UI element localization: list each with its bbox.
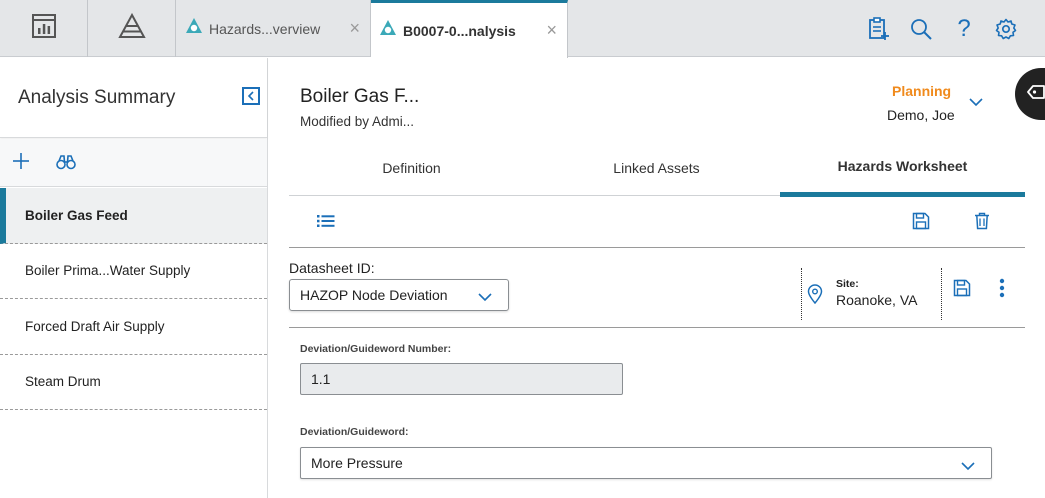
dashboard-icon (31, 13, 57, 44)
tab-hazards-overview[interactable]: Hazards...verview × (177, 0, 371, 57)
analysis-list: Boiler Gas Feed Boiler Prima...Water Sup… (0, 188, 267, 410)
tab-analysis[interactable]: B0007-0...nalysis × (371, 0, 568, 58)
deviation-number-field: 1.1 (300, 363, 623, 395)
deviation-value: More Pressure (311, 455, 403, 471)
chevron-left-icon (247, 91, 254, 101)
chevron-down-icon[interactable] (969, 94, 983, 112)
hierarchy-tab[interactable] (88, 0, 176, 57)
save-icon[interactable] (910, 210, 932, 232)
deviation-number-label: Deviation/Guideword Number: (300, 343, 452, 355)
site-label: Site: (836, 278, 859, 290)
deviation-select[interactable]: More Pressure (300, 447, 992, 479)
tab-label: B0007-0...nalysis (403, 22, 516, 39)
panel-header: Analysis Summary (0, 58, 267, 138)
deviation-label: Deviation/Guideword: (300, 426, 409, 438)
trash-icon[interactable] (971, 210, 993, 232)
datasheet-value: HAZOP Node Deviation (300, 287, 448, 303)
worksheet-toolbar (289, 196, 1025, 248)
dashboard-tab[interactable] (0, 0, 88, 57)
hierarchy-icon (117, 12, 146, 44)
datasheet-bar: Datasheet ID: HAZOP Node Deviation Site:… (289, 248, 1025, 328)
record-title: Boiler Gas F... (300, 86, 420, 107)
close-icon[interactable]: × (349, 19, 360, 37)
record-tabs: Definition Linked Assets Hazards Workshe… (289, 140, 1025, 197)
list-item-label: Boiler Prima...Water Supply (25, 263, 191, 279)
chevron-down-icon (478, 289, 492, 305)
binoculars-icon[interactable] (56, 154, 76, 175)
location-pin-icon (807, 284, 823, 309)
list-item-label: Boiler Gas Feed (25, 207, 128, 223)
tab-label: Hazards...verview (209, 20, 321, 37)
add-icon[interactable] (12, 152, 30, 175)
search-icon[interactable] (908, 16, 934, 42)
more-options-icon[interactable] (999, 278, 1005, 303)
hazards-app-icon (379, 19, 397, 42)
add-report-icon[interactable] (866, 16, 892, 42)
main-content: Boiler Gas F... Modified by Admi... Plan… (269, 58, 1045, 498)
tab-linked-assets[interactable]: Linked Assets (534, 140, 779, 195)
chevron-down-icon (961, 458, 975, 474)
list-item[interactable]: Boiler Prima...Water Supply (0, 244, 267, 299)
list-item-label: Steam Drum (25, 374, 101, 390)
tag-icon (1027, 84, 1045, 105)
save-icon[interactable] (953, 279, 971, 302)
list-item[interactable]: Steam Drum (0, 355, 267, 410)
panel-title: Analysis Summary (18, 87, 176, 108)
help-icon[interactable]: ? (951, 15, 977, 42)
divider (941, 268, 942, 320)
analysis-summary-panel: Analysis Summary Boiler Gas Feed Boiler … (0, 58, 268, 498)
list-item[interactable]: Forced Draft Air Supply (0, 299, 267, 355)
state-user: Demo, Joe (887, 107, 955, 123)
list-item-label: Forced Draft Air Supply (25, 318, 165, 334)
record-subtitle: Modified by Admi... (300, 114, 415, 129)
side-panel-toggle[interactable] (1015, 68, 1045, 120)
tab-hazards-worksheet[interactable]: Hazards Worksheet (780, 140, 1025, 197)
gear-icon[interactable] (993, 16, 1019, 42)
list-item[interactable]: Boiler Gas Feed (0, 188, 267, 244)
collapse-panel-button[interactable] (242, 87, 260, 105)
site-value: Roanoke, VA (836, 292, 918, 308)
datasheet-select[interactable]: HAZOP Node Deviation (289, 279, 509, 311)
panel-toolbar (0, 139, 267, 187)
hazards-app-icon (185, 17, 203, 40)
state-label[interactable]: Planning (892, 83, 951, 99)
top-tab-bar: Hazards...verview × B0007-0...nalysis × … (0, 0, 1045, 58)
datasheet-label: Datasheet ID: (289, 260, 375, 276)
list-icon[interactable] (315, 210, 337, 232)
close-icon[interactable]: × (546, 21, 557, 39)
deviation-number-value: 1.1 (311, 371, 331, 387)
tab-definition[interactable]: Definition (289, 140, 534, 195)
divider (801, 268, 802, 320)
